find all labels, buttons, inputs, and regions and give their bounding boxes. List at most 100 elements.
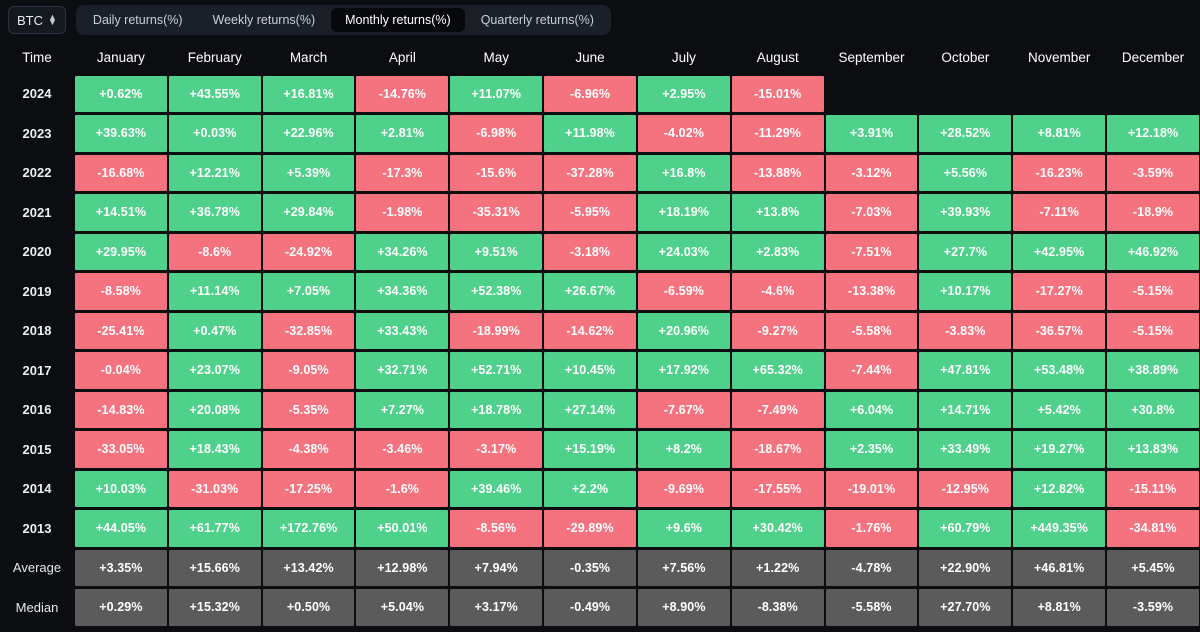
- return-cell[interactable]: -29.89%: [544, 510, 636, 547]
- return-cell[interactable]: +50.01%: [356, 510, 449, 547]
- return-cell[interactable]: -11.29%: [731, 115, 824, 152]
- return-cell[interactable]: +10.17%: [919, 273, 1012, 310]
- return-cell[interactable]: -5.95%: [544, 194, 636, 231]
- return-cell[interactable]: +23.07%: [168, 352, 261, 389]
- return-cell[interactable]: +22.90%: [919, 549, 1012, 586]
- tab-daily-returns[interactable]: Daily returns(%): [79, 8, 197, 32]
- return-cell[interactable]: +8.81%: [1013, 589, 1106, 626]
- return-cell[interactable]: +11.14%: [168, 273, 261, 310]
- return-cell[interactable]: +12.82%: [1013, 470, 1106, 507]
- return-cell[interactable]: -6.96%: [544, 75, 636, 112]
- return-cell[interactable]: -1.6%: [356, 470, 449, 507]
- return-cell[interactable]: +3.17%: [450, 589, 543, 626]
- return-cell[interactable]: +53.48%: [1013, 352, 1106, 389]
- return-cell[interactable]: -15.11%: [1107, 470, 1199, 507]
- return-cell[interactable]: +42.95%: [1013, 233, 1106, 270]
- return-cell[interactable]: +2.81%: [356, 115, 449, 152]
- return-cell[interactable]: -5.15%: [1107, 312, 1199, 349]
- return-cell[interactable]: +47.81%: [919, 352, 1012, 389]
- return-cell[interactable]: -32.85%: [262, 312, 355, 349]
- return-cell[interactable]: +46.92%: [1107, 233, 1199, 270]
- return-cell[interactable]: -3.18%: [544, 233, 636, 270]
- return-cell[interactable]: -8.38%: [731, 589, 824, 626]
- return-cell[interactable]: +30.42%: [731, 510, 824, 547]
- return-cell[interactable]: +449.35%: [1013, 510, 1106, 547]
- return-cell[interactable]: -16.23%: [1013, 154, 1106, 191]
- return-cell[interactable]: -1.98%: [356, 194, 449, 231]
- return-cell[interactable]: +16.8%: [637, 154, 730, 191]
- return-cell[interactable]: +172.76%: [262, 510, 355, 547]
- return-cell[interactable]: -4.6%: [731, 273, 824, 310]
- return-cell[interactable]: +30.8%: [1107, 391, 1199, 428]
- return-cell[interactable]: +15.19%: [544, 431, 636, 468]
- return-cell[interactable]: -15.01%: [731, 75, 824, 112]
- return-cell[interactable]: -33.05%: [75, 431, 167, 468]
- return-cell[interactable]: -0.49%: [544, 589, 636, 626]
- return-cell[interactable]: +0.29%: [75, 589, 167, 626]
- return-cell[interactable]: -3.17%: [450, 431, 543, 468]
- return-cell[interactable]: +7.05%: [262, 273, 355, 310]
- return-cell[interactable]: +44.05%: [75, 510, 167, 547]
- return-cell[interactable]: -8.6%: [168, 233, 261, 270]
- return-cell[interactable]: -3.83%: [919, 312, 1012, 349]
- return-cell[interactable]: -5.58%: [825, 312, 918, 349]
- return-cell[interactable]: -14.83%: [75, 391, 167, 428]
- return-cell[interactable]: +27.14%: [544, 391, 636, 428]
- return-cell[interactable]: +10.45%: [544, 352, 636, 389]
- return-cell[interactable]: -17.27%: [1013, 273, 1106, 310]
- return-cell[interactable]: +34.36%: [356, 273, 449, 310]
- return-cell[interactable]: -4.02%: [637, 115, 730, 152]
- return-cell[interactable]: +34.26%: [356, 233, 449, 270]
- return-cell[interactable]: +52.71%: [450, 352, 543, 389]
- return-cell[interactable]: -13.88%: [731, 154, 824, 191]
- return-cell[interactable]: +22.96%: [262, 115, 355, 152]
- tab-monthly-returns[interactable]: Monthly returns(%): [331, 8, 465, 32]
- return-cell[interactable]: -12.95%: [919, 470, 1012, 507]
- return-cell[interactable]: -6.98%: [450, 115, 543, 152]
- return-cell[interactable]: [826, 76, 918, 113]
- return-cell[interactable]: +26.67%: [544, 273, 636, 310]
- return-cell[interactable]: -5.15%: [1107, 273, 1199, 310]
- return-cell[interactable]: -6.59%: [637, 273, 730, 310]
- return-cell[interactable]: +15.66%: [168, 549, 261, 586]
- return-cell[interactable]: +2.2%: [544, 470, 636, 507]
- return-cell[interactable]: -0.35%: [544, 549, 636, 586]
- return-cell[interactable]: -3.59%: [1107, 154, 1199, 191]
- return-cell[interactable]: -8.56%: [450, 510, 543, 547]
- return-cell[interactable]: +5.04%: [356, 589, 449, 626]
- return-cell[interactable]: +2.83%: [731, 233, 824, 270]
- return-cell[interactable]: +11.98%: [544, 115, 636, 152]
- return-cell[interactable]: +52.38%: [450, 273, 543, 310]
- return-cell[interactable]: -17.3%: [356, 154, 449, 191]
- return-cell[interactable]: +20.08%: [168, 391, 261, 428]
- return-cell[interactable]: -18.67%: [731, 431, 824, 468]
- return-cell[interactable]: +28.52%: [919, 115, 1012, 152]
- return-cell[interactable]: -9.69%: [637, 470, 730, 507]
- return-cell[interactable]: -7.11%: [1013, 194, 1106, 231]
- return-cell[interactable]: +65.32%: [731, 352, 824, 389]
- return-cell[interactable]: +14.71%: [919, 391, 1012, 428]
- return-cell[interactable]: +61.77%: [168, 510, 261, 547]
- return-cell[interactable]: -34.81%: [1107, 510, 1199, 547]
- return-cell[interactable]: +29.84%: [262, 194, 355, 231]
- return-cell[interactable]: -37.28%: [544, 154, 636, 191]
- return-cell[interactable]: +2.95%: [637, 75, 730, 112]
- return-cell[interactable]: -7.67%: [637, 391, 730, 428]
- return-cell[interactable]: +27.70%: [919, 589, 1012, 626]
- return-cell[interactable]: -7.49%: [731, 391, 824, 428]
- return-cell[interactable]: +39.63%: [75, 115, 167, 152]
- return-cell[interactable]: -3.12%: [825, 154, 918, 191]
- return-cell[interactable]: +13.8%: [731, 194, 824, 231]
- return-cell[interactable]: +13.83%: [1107, 431, 1199, 468]
- return-cell[interactable]: +7.27%: [356, 391, 449, 428]
- return-cell[interactable]: -25.41%: [75, 312, 167, 349]
- return-cell[interactable]: +60.79%: [919, 510, 1012, 547]
- return-cell[interactable]: -13.38%: [825, 273, 918, 310]
- return-cell[interactable]: +29.95%: [75, 233, 167, 270]
- return-cell[interactable]: +16.81%: [262, 75, 355, 112]
- return-cell[interactable]: +15.32%: [168, 589, 261, 626]
- return-cell[interactable]: +5.42%: [1013, 391, 1106, 428]
- return-cell[interactable]: +0.47%: [168, 312, 261, 349]
- return-cell[interactable]: -8.58%: [75, 273, 167, 310]
- return-cell[interactable]: +11.07%: [450, 75, 543, 112]
